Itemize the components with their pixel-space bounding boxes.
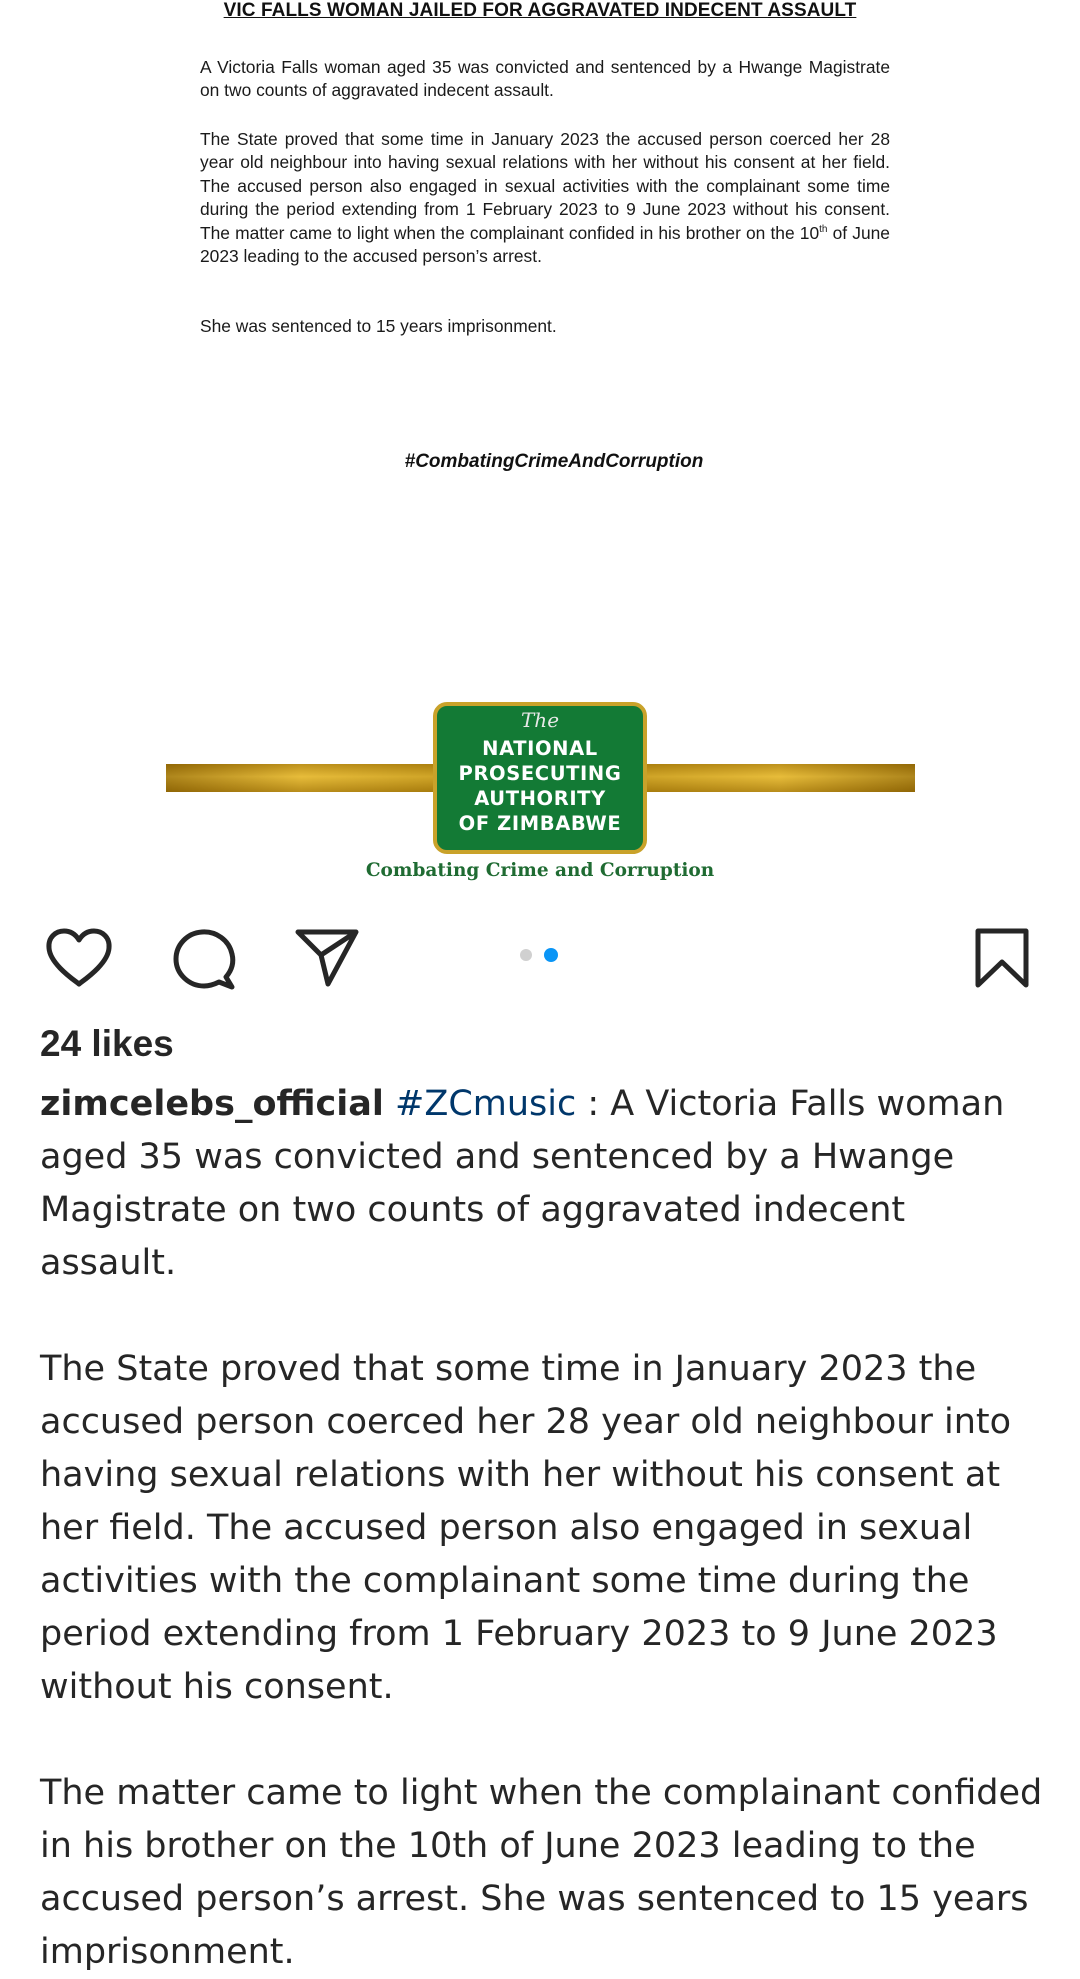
like-icon[interactable] — [44, 926, 114, 990]
post-caption: zimcelebs_official #ZCmusic : A Victoria… — [40, 1078, 1050, 1979]
document-paragraph-2: The State proved that some time in Janua… — [200, 129, 890, 267]
carousel-dot-1[interactable] — [520, 949, 532, 961]
logo-the-text: The — [520, 708, 560, 732]
hashtag-link[interactable]: #ZCmusic — [395, 1084, 576, 1124]
caption-intro: zimcelebs_official #ZCmusic : A Victoria… — [40, 1078, 1050, 1290]
likes-count[interactable]: 24 likes — [40, 1023, 174, 1065]
share-icon[interactable] — [294, 926, 360, 988]
document-hashtag: #CombatingCrimeAndCorruption — [404, 451, 704, 472]
logo-line-4: OF ZIMBABWE — [458, 812, 622, 835]
document-paragraph-1: A Victoria Falls woman aged 35 was convi… — [200, 57, 890, 101]
logo-gold-bar-right — [645, 764, 915, 792]
username-link[interactable]: zimcelebs_official — [40, 1084, 384, 1124]
caption-paragraph-2: The State proved that some time in Janua… — [40, 1349, 1012, 1707]
logo-line-1: NATIONAL — [482, 737, 598, 760]
npa-logo: The NATIONAL PROSECUTING AUTHORITY OF ZI… — [433, 702, 647, 854]
post-image[interactable]: VIC FALLS WOMAN JAILED FOR AGGRAVATED IN… — [0, 0, 1080, 900]
caption-paragraph-3: The matter came to light when the compla… — [40, 1773, 1043, 1972]
comment-icon[interactable] — [170, 926, 238, 992]
logo-line-2: PROSECUTING — [458, 762, 622, 785]
document-paragraph-3: She was sentenced to 15 years imprisonme… — [200, 316, 557, 336]
save-icon[interactable] — [972, 926, 1032, 990]
logo-line-3: AUTHORITY — [474, 787, 606, 810]
carousel-dot-2-active[interactable] — [544, 948, 558, 962]
logo-gold-bar-left — [166, 764, 436, 792]
document-title: VIC FALLS WOMAN JAILED FOR AGGRAVATED IN… — [223, 0, 857, 21]
logo-tagline: Combating Crime and Corruption — [365, 860, 715, 881]
